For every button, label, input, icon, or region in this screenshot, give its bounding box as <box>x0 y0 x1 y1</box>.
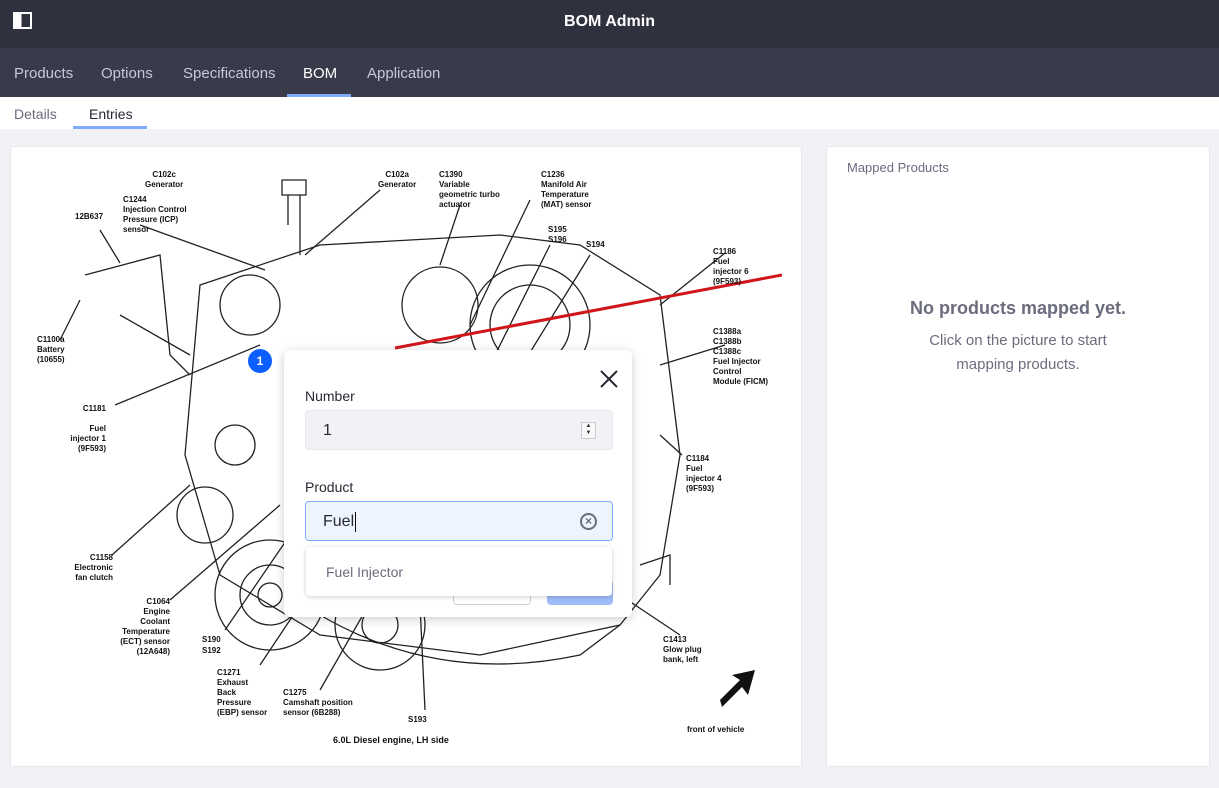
number-label: Number <box>305 388 355 404</box>
diagram-label: C1158 Electronic fan clutch <box>74 553 113 582</box>
diagram-label: C1390 Variable geometric turbo actuator <box>439 170 500 209</box>
panel-title: Mapped Products <box>847 160 949 175</box>
clear-icon[interactable]: × <box>580 513 597 530</box>
diagram-label: 12B637 <box>75 212 104 221</box>
diagram-label: C102c Generator <box>145 170 184 189</box>
diagram-label: C1271 Exhaust Back Pressure (EBP) sensor <box>217 668 268 717</box>
mapping-marker[interactable]: 1 <box>248 349 272 373</box>
diagram-caption: 6.0L Diesel engine, LH side <box>333 735 449 745</box>
app-title: BOM Admin <box>564 13 655 30</box>
tab-bom[interactable]: BOM <box>287 48 351 97</box>
close-icon[interactable] <box>598 368 620 390</box>
main-nav: Products Options Specifications BOM Appl… <box>0 48 1219 97</box>
empty-state-text: Click on the picture to start mapping pr… <box>929 332 1107 373</box>
diagram-label: S190 S192 <box>202 635 221 655</box>
diagram-label: C1413 Glow plug bank, left <box>663 635 702 664</box>
mapping-dialog: Number 1 ▲ ▼ Product Fuel × Fuel Injector <box>284 350 632 617</box>
diagram-label: C1100a Battery (10655) <box>37 335 65 364</box>
number-stepper[interactable]: ▲ ▼ <box>581 422 596 439</box>
tab-entries[interactable]: Entries <box>73 97 147 129</box>
empty-state-title: No products mapped yet. <box>909 298 1127 318</box>
front-of-vehicle-label: front of vehicle <box>687 725 745 734</box>
sub-nav: Details Entries <box>0 97 1219 129</box>
diagram-label: C1186 Fuel injector 6 (9F593) <box>713 247 749 286</box>
product-value: Fuel <box>323 513 355 530</box>
number-value: 1 <box>323 422 332 439</box>
tab-options[interactable]: Options <box>87 48 167 97</box>
tab-specifications[interactable]: Specifications <box>169 48 290 97</box>
product-input[interactable]: Fuel × <box>305 501 613 541</box>
diagram-label: C1275 Camshaft position sensor (6B288) <box>283 688 353 717</box>
diagram-label: S193 <box>408 715 427 724</box>
diagram-label: S194 <box>586 240 605 249</box>
diagram-label: S195 S196 <box>548 225 567 244</box>
front-arrow-icon <box>720 670 755 707</box>
suggestion-item[interactable]: Fuel Injector <box>326 564 403 580</box>
tab-application[interactable]: Application <box>353 48 454 97</box>
diagram-label: C1388a C1388b C1388c Fuel Injector Contr… <box>713 327 769 386</box>
product-label: Product <box>305 479 354 495</box>
diagram-label: C1064 Engine Coolant Temperature (ECT) s… <box>120 597 170 656</box>
diagram-label: C102a Generator <box>378 170 417 189</box>
app-header: BOM Admin <box>0 0 1219 48</box>
diagram-label: C1244 Injection Control Pressure (ICP) s… <box>123 195 187 234</box>
diagram-label: C1184 Fuel injector 4 (9F593) <box>686 454 722 493</box>
number-input[interactable]: 1 ▲ ▼ <box>305 410 613 450</box>
product-suggestions: Fuel Injector <box>306 547 612 596</box>
diagram-label: C1181 Fuel injector 1 (9F593) <box>70 404 106 453</box>
diagram-label: C1236 Manifold Air Temperature (MAT) sen… <box>541 170 592 209</box>
tab-products[interactable]: Products <box>0 48 87 97</box>
tab-details[interactable]: Details <box>0 97 71 129</box>
mapped-products-panel: Mapped Products No products mapped yet. … <box>826 146 1210 767</box>
